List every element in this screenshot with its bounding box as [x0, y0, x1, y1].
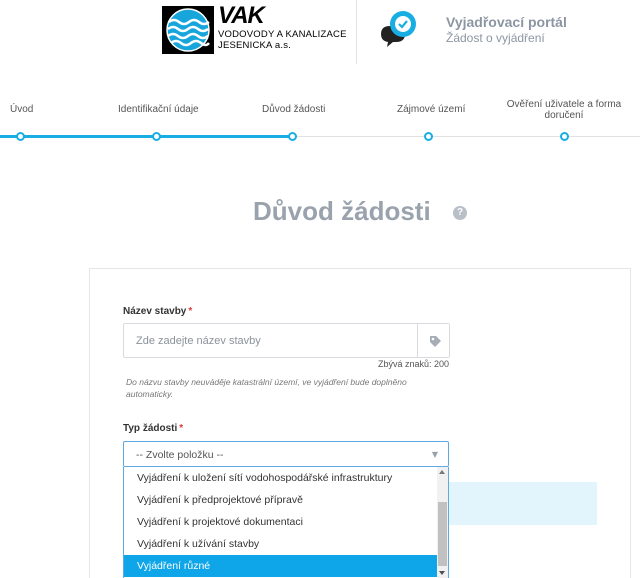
- option-ulozeni-siti[interactable]: Vyjádření k uložení sítí vodohospodářské…: [124, 467, 438, 489]
- step-zajmove-uzemi-label: Zájmové území: [397, 104, 466, 115]
- typ-label: Typ žádosti *: [123, 423, 184, 434]
- tag-icon: [430, 336, 441, 347]
- portal-title: Vyjadřovací portál: [446, 14, 567, 30]
- chevron-down-icon[interactable]: ▼: [432, 450, 438, 459]
- logo-brand: VAK: [218, 2, 265, 29]
- typ-select-value: -- Zvolte položku --: [136, 449, 224, 461]
- required-mark: *: [179, 423, 184, 434]
- step-identifikace-label[interactable]: Identifikační údaje: [118, 104, 199, 115]
- scroll-up-icon[interactable]: [439, 470, 445, 474]
- logo-line-1: VODOVODY A KANALIZACE: [218, 29, 347, 40]
- header-divider: [356, 0, 357, 64]
- chat-check-icon: [381, 11, 416, 47]
- option-ruzne[interactable]: Vyjádření různé: [124, 555, 438, 577]
- step-uvod-label[interactable]: Úvod: [10, 104, 33, 115]
- header: VAK VODOVODY A KANALIZACE JESENICKA a.s.…: [0, 0, 640, 64]
- info-panel: [449, 482, 597, 525]
- portal-subtitle: Žádost o vyjádření: [446, 31, 545, 45]
- typ-select[interactable]: -- Zvolte položku -- ▼: [123, 441, 449, 467]
- page-title: Důvod žádosti: [253, 196, 431, 226]
- step-duvod-label[interactable]: Důvod žádosti: [262, 104, 325, 115]
- option-predprojektova[interactable]: Vyjádření k předprojektové přípravě: [124, 489, 438, 511]
- step-duvod-dot[interactable]: [288, 132, 297, 141]
- step-uvod-dot[interactable]: [16, 132, 25, 141]
- option-projektova-dokumentace[interactable]: Vyjádření k projektové dokumentaci: [124, 511, 438, 533]
- tag-addon: [417, 324, 449, 357]
- stavba-label: Název stavby *: [123, 306, 193, 317]
- stavba-hint: Do názvu stavby neuváděje katastrální úz…: [126, 377, 407, 399]
- step-identifikace-dot[interactable]: [152, 132, 161, 141]
- step-overeni-label: Ověření uživatele a forma doručení: [506, 99, 622, 121]
- step-zajmove-uzemi-dot: [424, 132, 433, 141]
- stavba-field[interactable]: [123, 323, 450, 358]
- page: VAK VODOVODY A KANALIZACE JESENICKA a.s.…: [0, 0, 640, 578]
- option-uzivani-stavby[interactable]: Vyjádření k užívání stavby: [124, 533, 438, 555]
- required-mark: *: [188, 306, 193, 317]
- scroll-down-icon[interactable]: [439, 571, 445, 575]
- char-counter: Zbývá znaků: 200: [378, 359, 450, 369]
- logo-line-2: JESENICKA a.s.: [218, 40, 292, 51]
- dropdown-scrollbar[interactable]: [437, 467, 448, 578]
- typ-dropdown[interactable]: Vyjádření k uložení sítí vodohospodářské…: [123, 467, 449, 578]
- step-overeni-dot: [560, 132, 569, 141]
- stavba-input[interactable]: [124, 324, 418, 357]
- stepper-progress: [0, 135, 292, 138]
- help-icon[interactable]: ?: [453, 206, 467, 220]
- scroll-thumb[interactable]: [438, 502, 447, 566]
